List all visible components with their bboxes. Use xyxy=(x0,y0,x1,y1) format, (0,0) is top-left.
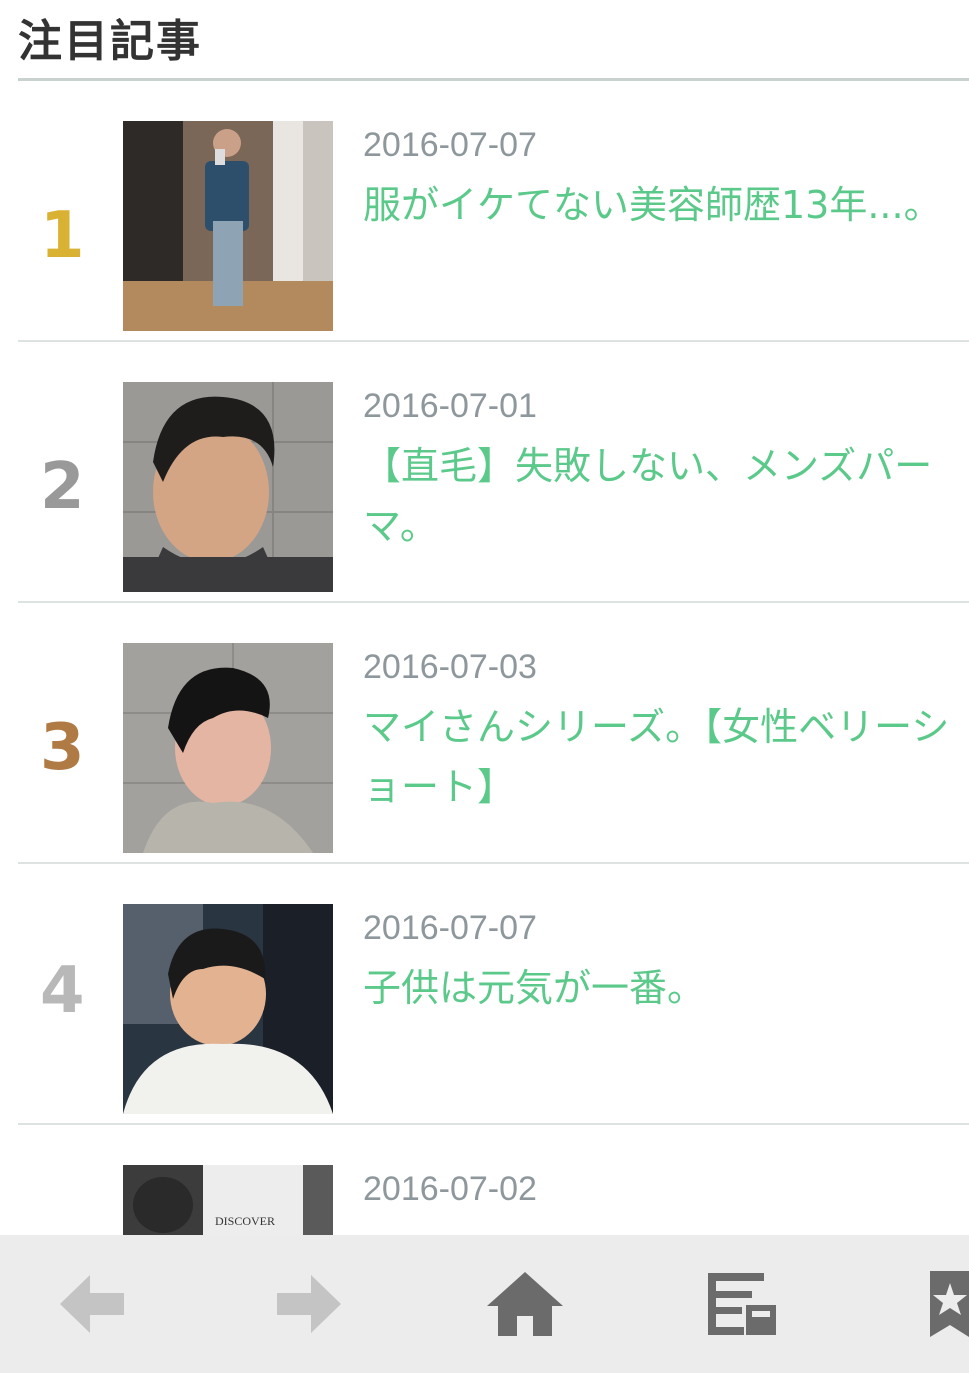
home-button[interactable] xyxy=(465,1235,585,1373)
child-haircut-photo xyxy=(123,904,333,1114)
arrow-left-icon xyxy=(60,1275,124,1333)
article-date: 2016-07-03 xyxy=(363,648,537,686)
article-date: 2016-07-07 xyxy=(363,126,537,164)
bookmark-star-icon xyxy=(930,1271,969,1337)
rank-number: 1 xyxy=(40,199,85,273)
article-item[interactable]: 1 2016-07-07 服がイケてない美容師歴13年...。 xyxy=(18,81,969,342)
article-title-link[interactable]: 【直毛】失敗しない、メンズパーマ。 xyxy=(363,436,969,556)
article-date: 2016-07-07 xyxy=(363,909,537,947)
article-thumbnail[interactable] xyxy=(123,382,333,592)
rank-number: 4 xyxy=(40,954,85,1028)
ranking-page: 注目記事 1 2016-07-07 服がイケてない美容師歴13年...。 2 2… xyxy=(0,0,969,1373)
article-title-link[interactable]: 子供は元気が一番。 xyxy=(363,958,969,1018)
back-button[interactable] xyxy=(33,1235,153,1373)
article-date: 2016-07-02 xyxy=(363,1170,537,1208)
bookmark-button[interactable] xyxy=(910,1235,969,1373)
forward-button[interactable] xyxy=(248,1235,368,1373)
arrow-right-icon xyxy=(277,1275,341,1333)
article-thumbnail[interactable] xyxy=(123,121,333,331)
article-item[interactable]: 4 2016-07-07 子供は元気が一番。 xyxy=(18,864,969,1125)
article-date: 2016-07-01 xyxy=(363,387,537,425)
article-list-icon xyxy=(708,1273,776,1335)
man-wavy-hair-portrait-photo xyxy=(123,382,333,592)
article-thumbnail[interactable] xyxy=(123,904,333,1114)
article-title-link[interactable]: 服がイケてない美容師歴13年...。 xyxy=(363,175,969,235)
article-list-button[interactable] xyxy=(682,1235,802,1373)
article-title-link[interactable]: マイさんシリーズ。【女性ベリーショート】 xyxy=(363,697,968,817)
bottom-navigation-bar xyxy=(0,1235,969,1373)
section-title: 注目記事 xyxy=(18,16,202,67)
home-icon xyxy=(487,1272,563,1336)
article-item[interactable]: 2 2016-07-01 【直毛】失敗しない、メンズパーマ。 xyxy=(18,342,969,603)
article-item[interactable]: 3 2016-07-03 マイさんシリーズ。【女性ベリーショート】 xyxy=(18,603,969,864)
rank-number: 2 xyxy=(40,450,85,524)
article-thumbnail[interactable] xyxy=(123,643,333,853)
woman-short-hair-profile-photo xyxy=(123,643,333,853)
svg-text:DISCOVER: DISCOVER xyxy=(215,1214,275,1228)
article-ranking-list: 1 2016-07-07 服がイケてない美容師歴13年...。 2 2016-0… xyxy=(18,81,969,1373)
rank-number: 3 xyxy=(40,711,85,785)
man-mirror-selfie-photo xyxy=(123,121,333,331)
